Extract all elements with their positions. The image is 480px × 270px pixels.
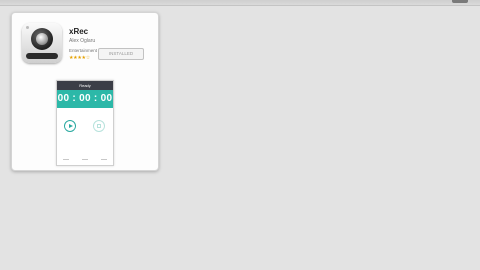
install-button[interactable]: INSTALLED	[98, 48, 144, 60]
app-preview-screenshot: Ready 00 : 00 : 00	[56, 80, 114, 166]
app-title[interactable]: xRec	[69, 27, 88, 36]
preview-timer: 00 : 00 : 00	[57, 90, 113, 108]
preview-tab-bar	[57, 157, 113, 162]
icon-indicator-dot	[26, 26, 29, 29]
camera-lens-icon[interactable]	[22, 23, 62, 63]
top-bar	[0, 0, 480, 6]
preview-tab	[63, 159, 70, 160]
camera-base	[26, 53, 58, 59]
preview-header: Ready	[57, 81, 113, 90]
app-category: Entertainment	[69, 48, 97, 53]
top-bar-handle[interactable]	[452, 0, 468, 3]
play-icon	[69, 123, 73, 128]
lens-core	[36, 33, 48, 45]
app-developer: Alex Oglaru	[69, 38, 96, 44]
preview-tab	[81, 159, 88, 160]
app-card[interactable]: xRec Alex Oglaru Entertainment ★★★★☆ INS…	[11, 12, 159, 171]
play-button	[64, 120, 76, 132]
stop-button	[93, 120, 105, 132]
preview-tab	[100, 159, 107, 160]
stop-icon	[97, 124, 101, 128]
rating-stars: ★★★★☆	[69, 55, 90, 61]
